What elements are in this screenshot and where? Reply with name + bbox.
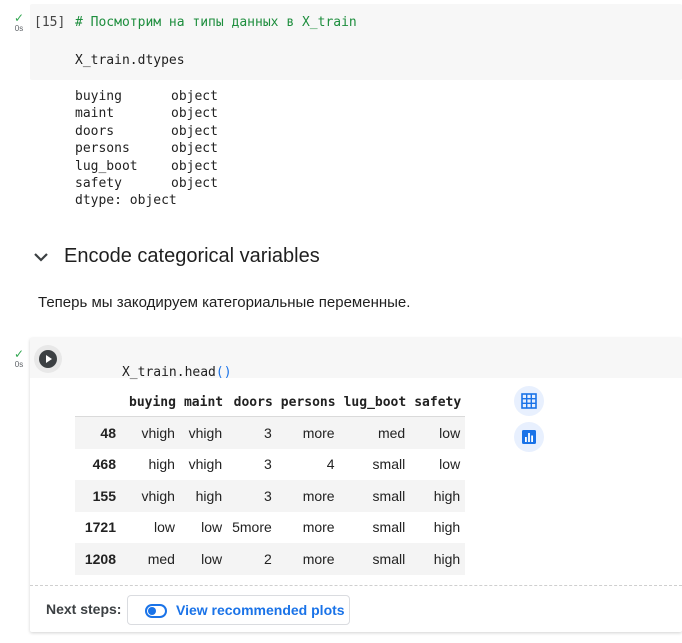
table-cell: vhigh — [125, 416, 180, 449]
table-row: 468 high vhigh 3 4 small low — [75, 449, 465, 481]
code-line: X_train.dtypes — [75, 53, 185, 68]
column-dtype: object — [171, 176, 218, 192]
table-header-row: buying maint doors persons lug_boot safety — [75, 388, 466, 417]
execution-time: 0s — [14, 24, 24, 33]
view-recommended-plots-label: View recommended plots — [176, 602, 345, 618]
column-header: maint — [179, 388, 228, 417]
column-header: buying — [125, 388, 180, 417]
column-header: doors — [227, 388, 277, 417]
chevron-down-icon[interactable] — [30, 246, 52, 268]
table-cell: vhigh — [188, 456, 223, 473]
row-index: 155 — [75, 480, 125, 512]
table-row: 48 vhigh vhigh 3 more med low — [75, 416, 466, 449]
table-cell: more — [276, 543, 340, 575]
row-index: 468 — [92, 456, 116, 473]
table-cell: 3 — [264, 456, 272, 473]
execution-time: 0s — [14, 360, 24, 369]
table-cell: small — [339, 480, 411, 512]
dataframe-table: buying maint doors persons lug_boot safety 48 v… — [75, 388, 466, 575]
divider — [30, 585, 682, 586]
column-name: doors — [75, 123, 115, 139]
column-dtype: object — [171, 158, 218, 174]
code-comment: # Посмотрим на типы данных в X_train — [75, 15, 357, 30]
table-cell: high — [148, 456, 175, 473]
table-view-button[interactable] — [514, 386, 544, 416]
table-row: 1208 med low 2 more small high — [75, 543, 466, 575]
column-header: safety — [410, 388, 466, 417]
table-cell: low — [179, 543, 228, 575]
cell-status: ✓ 0s — [9, 12, 29, 34]
code-parens: () — [215, 365, 232, 380]
section-paragraph: Теперь мы закодируем категориальные пере… — [38, 294, 411, 311]
table-cell: small — [372, 519, 406, 536]
play-icon — [39, 350, 57, 368]
table-cell: med — [125, 543, 180, 575]
column-name: safety — [75, 176, 122, 192]
view-recommended-plots-button[interactable]: View recommended plots — [127, 595, 350, 625]
execution-count: [15] — [34, 15, 66, 30]
table-cell: vhigh — [125, 480, 180, 512]
dtype-footer: dtype: object — [75, 193, 177, 209]
dtype-row: doors object — [75, 123, 218, 140]
table-row: 1721 low low 5more more small high — [75, 512, 465, 544]
section-heading: Encode categorical variables — [64, 245, 320, 267]
code-text: X_train.head — [121, 365, 216, 380]
table-cell: high — [179, 480, 228, 512]
column-dtype: object — [171, 106, 218, 122]
column-header: lug_boot — [339, 388, 411, 417]
dtype-row: buying object — [75, 88, 218, 105]
dtype-row: safety object — [75, 175, 218, 192]
index-header — [75, 388, 125, 417]
code-cell-dtypes[interactable]: [15] # Посмотрим на типы данных в X_trai… — [30, 4, 682, 80]
check-icon: ✓ — [13, 347, 25, 361]
column-name: maint — [75, 106, 115, 122]
row-index: 1721 — [84, 519, 116, 536]
row-index: 1208 — [75, 543, 125, 575]
table-cell: high — [410, 543, 466, 575]
table-cell: low — [153, 519, 175, 536]
bar-chart-icon — [522, 430, 536, 444]
table-cell: low — [439, 456, 461, 473]
table-cell: small — [372, 456, 406, 473]
table-cell: med — [339, 416, 411, 449]
table-cell: vhigh — [179, 416, 228, 449]
dtype-row: persons object — [75, 140, 218, 157]
table-row: 155 vhigh high 3 more small high — [75, 480, 466, 512]
table-cell: 2 — [227, 543, 277, 575]
column-dtype: object — [171, 89, 218, 104]
table-cell: more — [276, 480, 340, 512]
column-dtype: object — [171, 123, 218, 139]
toggle-icon — [145, 604, 167, 618]
check-icon: ✓ — [13, 11, 25, 25]
table-cell: 4 — [326, 456, 335, 473]
column-dtype: object — [171, 141, 218, 157]
table-cell: low — [410, 416, 466, 449]
table-cell: more — [276, 416, 340, 449]
column-header: persons — [276, 388, 340, 417]
code-editor[interactable]: X_train.head() — [30, 338, 682, 380]
table-cell: 3 — [227, 480, 277, 512]
cell-status: ✓ 0s — [9, 348, 29, 370]
table-cell: high — [433, 519, 461, 536]
table-cell: 3 — [227, 416, 277, 449]
table-cell: 5more — [232, 519, 272, 536]
table-cell: more — [302, 519, 335, 536]
next-steps-label: Next steps: — [46, 601, 122, 617]
table-icon — [521, 393, 537, 409]
dtype-row: maint object — [75, 105, 218, 122]
dtypes-output: buying object maint object doors object person… — [75, 88, 218, 210]
table-cell: low — [201, 519, 223, 536]
column-name: buying — [75, 89, 122, 104]
column-name: persons — [75, 141, 130, 157]
dtype-row: lug_boot object — [75, 158, 218, 175]
table-cell: small — [339, 543, 411, 575]
table-cell: high — [410, 480, 466, 512]
row-index: 48 — [75, 416, 125, 449]
column-name: lug_boot — [75, 158, 138, 174]
chart-view-button[interactable] — [514, 422, 544, 452]
run-button[interactable] — [34, 345, 62, 373]
